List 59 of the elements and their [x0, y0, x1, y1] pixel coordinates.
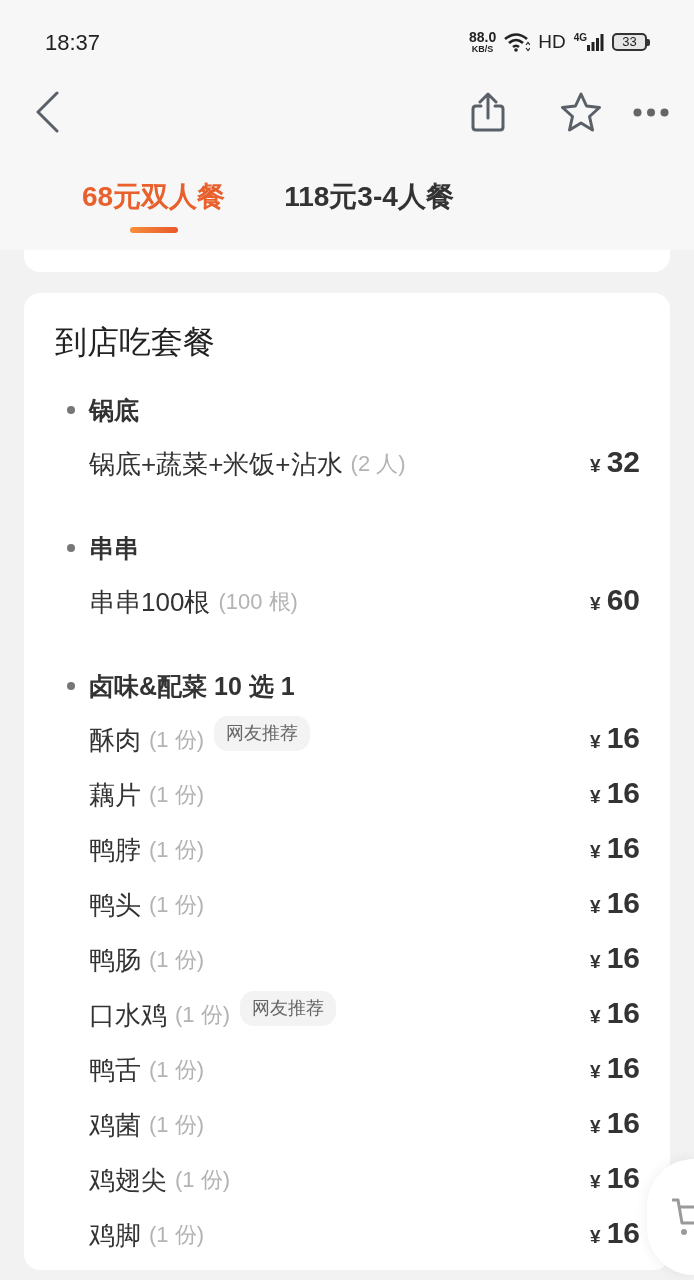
recommend-tag: 网友推荐	[214, 716, 310, 751]
item-price: ¥ 16	[590, 829, 640, 866]
item-quantity: (1 份)	[149, 1220, 204, 1249]
item-name: 鸭肠	[89, 943, 141, 977]
section-title: 串串	[89, 533, 139, 564]
item-quantity: (1 份)	[149, 725, 204, 754]
status-time: 18:37	[45, 28, 101, 57]
item-quantity: (1 份)	[175, 1165, 230, 1194]
battery-indicator: 33	[612, 33, 650, 51]
item-name: 酥肉	[89, 723, 141, 757]
signal-icon	[587, 33, 604, 51]
star-icon[interactable]	[560, 92, 602, 132]
item-name: 鸡脚	[89, 1218, 141, 1252]
item-price: ¥ 16	[590, 994, 640, 1031]
item-name: 鸡菌	[89, 1108, 141, 1142]
item-name: 鸭舌	[89, 1053, 141, 1087]
item-quantity: (1 份)	[149, 780, 204, 809]
cart-icon	[672, 1197, 694, 1237]
item-price: ¥ 16	[590, 1104, 640, 1141]
more-icon[interactable]	[633, 107, 669, 117]
item-price: ¥ 16	[590, 1049, 640, 1086]
item-price: ¥ 16	[590, 719, 640, 756]
recommend-tag: 网友推荐	[240, 991, 336, 1026]
network-speed-unit: KB/S	[471, 45, 494, 54]
item-price: ¥ 16	[590, 1159, 640, 1196]
item-name: 串串100根	[89, 585, 211, 619]
item-name: 口水鸡	[89, 998, 167, 1032]
section-title: 卤味&配菜 10 选 1	[89, 671, 295, 702]
bullet-icon	[67, 406, 75, 414]
item-quantity: (1 份)	[149, 1055, 204, 1084]
card-title: 到店吃套餐	[55, 323, 216, 362]
item-name: 鸭脖	[89, 833, 141, 867]
item-price: ¥ 60	[590, 581, 640, 618]
item-price: ¥ 16	[590, 1214, 640, 1251]
item-quantity: (1 份)	[149, 945, 204, 974]
item-quantity: (1 份)	[149, 890, 204, 919]
item-name: 锅底+蔬菜+米饭+沾水	[89, 447, 343, 481]
tab[interactable]: 118元3-4人餐	[284, 179, 454, 233]
hd-indicator: HD	[538, 29, 566, 54]
item-quantity: (1 份)	[175, 1000, 230, 1029]
item-name: 鸡翅尖	[89, 1163, 167, 1197]
item-quantity: (1 份)	[149, 1110, 204, 1139]
item-price: ¥ 32	[590, 443, 640, 480]
item-price: ¥ 16	[590, 939, 640, 976]
item-price: ¥ 16	[590, 884, 640, 921]
item-price: ¥ 16	[590, 774, 640, 811]
back-icon[interactable]	[35, 91, 59, 133]
bullet-icon	[67, 544, 75, 552]
item-quantity: (1 份)	[149, 835, 204, 864]
network-type: 4G	[573, 33, 587, 43]
item-quantity: (2 人)	[350, 449, 406, 478]
item-quantity: (100 根)	[218, 587, 298, 616]
network-speed: 88.0	[468, 30, 497, 44]
item-name: 鸭头	[89, 888, 141, 922]
section-title: 锅底	[89, 395, 139, 426]
item-name: 藕片	[89, 778, 141, 812]
share-icon[interactable]	[471, 92, 505, 132]
bullet-icon	[67, 682, 75, 690]
wifi-icon	[504, 32, 531, 52]
